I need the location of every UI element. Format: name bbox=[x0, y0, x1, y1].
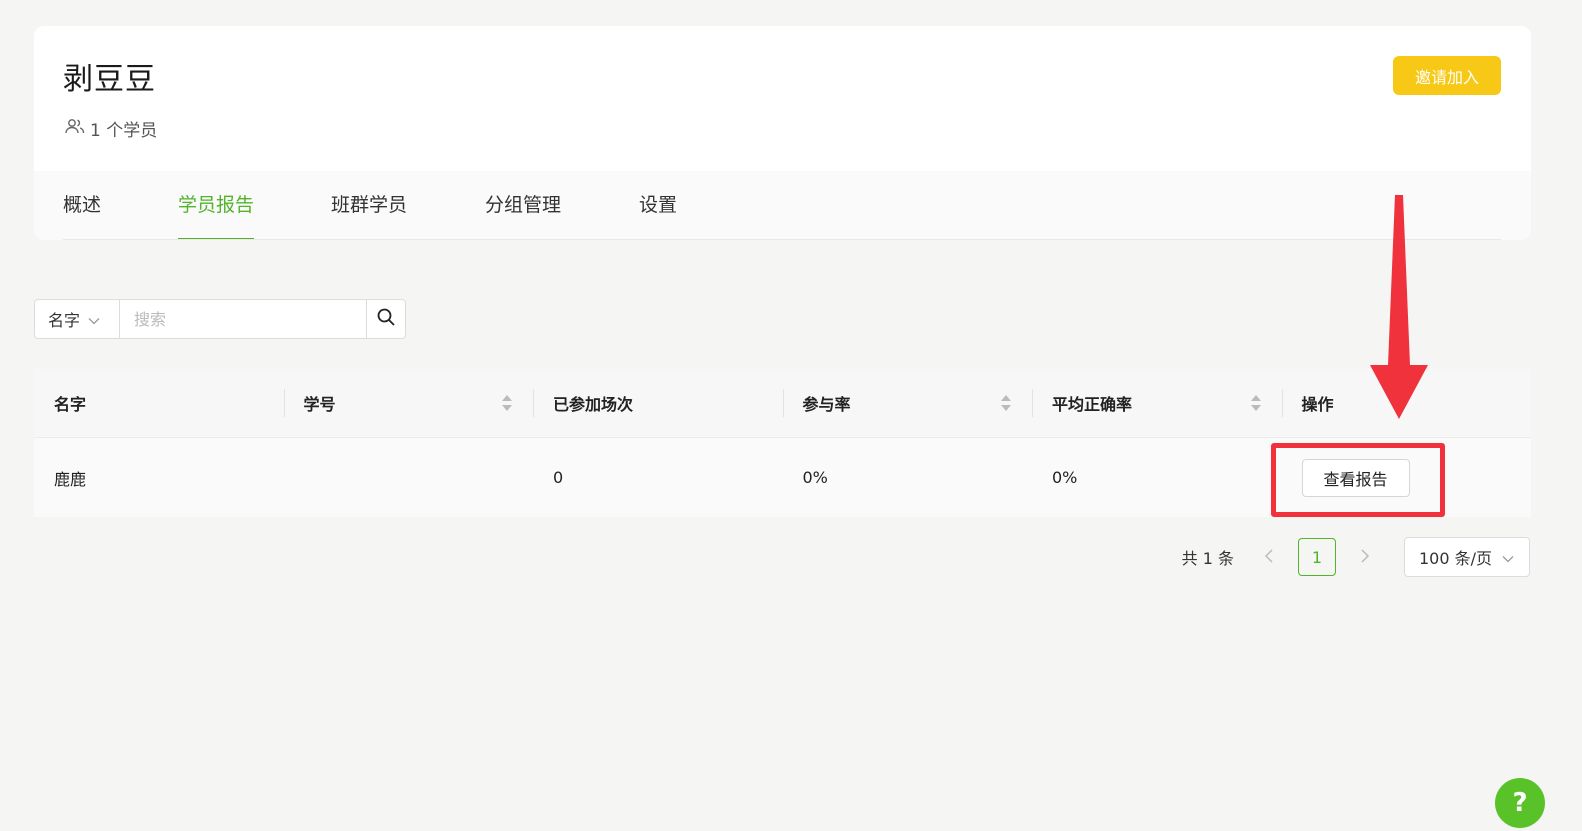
chevron-down-icon bbox=[88, 310, 100, 329]
cell-name: 鹿鹿 bbox=[54, 469, 87, 489]
column-label: 已参加场次 bbox=[553, 395, 634, 414]
tab-class-members[interactable]: 班群学员 bbox=[331, 171, 407, 240]
view-report-button[interactable]: 查看报告 bbox=[1301, 458, 1410, 497]
tab-bar: 概述 学员报告 班群学员 分组管理 设置 bbox=[34, 171, 1531, 240]
table-row: 鹿鹿 0 0% 0% 查看报告 bbox=[34, 438, 1531, 517]
total-count: 共 1 条 bbox=[1181, 549, 1234, 568]
tab-group-management[interactable]: 分组管理 bbox=[485, 171, 561, 240]
column-header-sessions: 已参加场次 bbox=[533, 369, 783, 437]
cell-actions: 查看报告 bbox=[1282, 438, 1532, 517]
member-count-text: 1 个学员 bbox=[90, 121, 158, 141]
page-size-select[interactable]: 100 条/页 bbox=[1404, 537, 1530, 577]
column-header-name: 名字 bbox=[34, 369, 284, 437]
search-button[interactable] bbox=[366, 300, 405, 338]
column-header-participation[interactable]: 参与率 bbox=[782, 369, 1033, 437]
table-header: 名字 学号 已参加场次 参与率 平均正确率 操作 bbox=[34, 369, 1531, 438]
cell-participation: 0% bbox=[802, 468, 828, 487]
column-header-student-id[interactable]: 学号 bbox=[283, 369, 534, 437]
column-label: 操作 bbox=[1301, 395, 1334, 414]
help-button[interactable]: ? bbox=[1495, 778, 1545, 828]
pagination: 共 1 条 1 100 条/页 bbox=[1182, 537, 1530, 577]
class-title: 剥豆豆 bbox=[63, 62, 156, 97]
chevron-left-icon[interactable] bbox=[1254, 547, 1284, 568]
column-header-actions: 操作 bbox=[1281, 369, 1532, 437]
tab-overview[interactable]: 概述 bbox=[63, 171, 101, 240]
student-report-table: 名字 学号 已参加场次 参与率 平均正确率 操作 鹿鹿 0 0% 0% 查看报告 bbox=[34, 369, 1531, 517]
page-number-current[interactable]: 1 bbox=[1298, 538, 1336, 576]
column-label: 平均正确率 bbox=[1052, 395, 1133, 414]
cell-sessions: 0 bbox=[553, 468, 564, 487]
sort-icon[interactable] bbox=[1000, 394, 1012, 416]
sort-icon[interactable] bbox=[1250, 394, 1262, 416]
column-header-accuracy[interactable]: 平均正确率 bbox=[1032, 369, 1282, 437]
cell-accuracy: 0% bbox=[1052, 468, 1078, 487]
chevron-right-icon[interactable] bbox=[1350, 547, 1380, 568]
search-icon bbox=[376, 307, 396, 331]
users-icon bbox=[65, 118, 90, 139]
member-count: 1 个学员 bbox=[65, 116, 157, 141]
class-header-card: 剥豆豆 1 个学员 邀请加入 概述 学员报告 班群学员 分组管理 设置 bbox=[34, 26, 1531, 240]
chevron-down-icon bbox=[1502, 548, 1514, 567]
invite-button[interactable]: 邀请加入 bbox=[1393, 56, 1501, 95]
search-field-label: 名字 bbox=[48, 311, 81, 330]
column-label: 参与率 bbox=[802, 395, 851, 414]
tab-student-report[interactable]: 学员报告 bbox=[178, 171, 255, 240]
column-label: 学号 bbox=[303, 395, 336, 414]
cell-student-id bbox=[284, 438, 534, 517]
tab-divider bbox=[63, 239, 1501, 240]
search-input[interactable] bbox=[120, 300, 366, 338]
search-field-select[interactable]: 名字 bbox=[35, 300, 120, 338]
column-label: 名字 bbox=[54, 395, 87, 414]
page-size-label: 100 条/页 bbox=[1419, 549, 1493, 568]
tab-settings[interactable]: 设置 bbox=[639, 171, 677, 240]
search-bar: 名字 bbox=[34, 299, 406, 339]
sort-icon[interactable] bbox=[501, 394, 513, 416]
